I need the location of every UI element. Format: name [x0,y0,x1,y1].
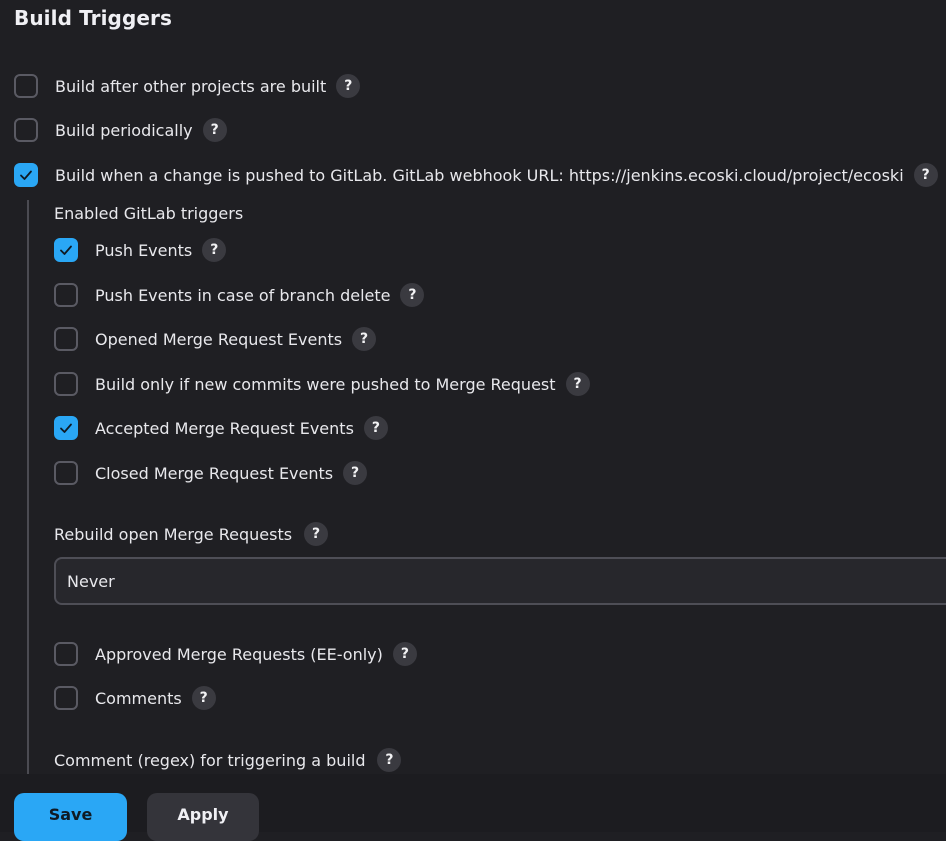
help-icon[interactable]: ? [913,163,938,187]
approved-mr-label: Approved Merge Requests (EE-only) [95,644,383,664]
checkmark-icon [60,423,72,433]
trigger-label: Build when a change is pushed to GitLab.… [55,165,904,185]
event-opened-mr: Opened Merge Request Events ? [54,324,377,354]
nested-section-divider [27,200,29,774]
event-new-commits-mr: Build only if new commits were pushed to… [54,369,590,399]
gitlab-push-checkbox[interactable] [14,163,38,187]
event-accepted-mr: Accepted Merge Request Events ? [54,413,388,443]
event-label: Build only if new commits were pushed to… [95,374,556,394]
trigger-label: Build after other projects are built [55,76,327,96]
checkmark-icon [60,245,72,255]
event-push: Push Events ? [54,235,227,265]
comments-checkbox[interactable] [54,686,78,710]
rebuild-open-mr-value: Never [67,571,115,591]
enabled-gitlab-triggers-label: Enabled GitLab triggers [54,203,244,223]
help-icon[interactable]: ? [202,118,227,142]
trigger-build-periodically: Build periodically ? [14,115,227,145]
help-icon[interactable]: ? [377,748,402,772]
trigger-build-after-other-projects: Build after other projects are built ? [14,71,361,101]
event-label: Opened Merge Request Events [95,329,343,349]
help-icon[interactable]: ? [202,238,227,262]
new-commits-mr-checkbox[interactable] [54,372,78,396]
help-icon[interactable]: ? [336,74,361,98]
event-label: Push Events [95,240,193,260]
section-title: Build Triggers [14,6,173,30]
help-icon[interactable]: ? [400,283,425,307]
accepted-mr-checkbox[interactable] [54,416,78,440]
apply-button[interactable]: Apply [147,793,259,841]
push-events-checkbox[interactable] [54,238,78,262]
comments-option: Comments ? [54,683,216,713]
event-label: Closed Merge Request Events [95,463,334,483]
help-icon[interactable]: ? [352,327,377,351]
build-after-other-projects-checkbox[interactable] [14,74,38,98]
checkmark-icon [20,170,32,180]
event-label: Accepted Merge Request Events [95,418,354,438]
closed-mr-checkbox[interactable] [54,461,78,485]
help-icon[interactable]: ? [343,461,368,485]
help-icon[interactable]: ? [363,416,388,440]
event-closed-mr: Closed Merge Request Events ? [54,458,368,488]
help-icon[interactable]: ? [565,372,590,396]
save-button[interactable]: Save [14,793,127,841]
comment-regex-field: Comment (regex) for triggering a build ? [54,745,402,775]
approved-mr-option: Approved Merge Requests (EE-only) ? [54,639,417,669]
rebuild-open-mr-select[interactable]: Never [54,557,946,605]
rebuild-open-mr-label: Rebuild open Merge Requests [54,524,293,544]
comment-regex-label: Comment (regex) for triggering a build [54,750,366,770]
approved-mr-checkbox[interactable] [54,642,78,666]
trigger-label: Build periodically [55,120,193,140]
help-icon[interactable]: ? [191,686,216,710]
help-icon[interactable]: ? [304,522,329,546]
build-periodically-checkbox[interactable] [14,118,38,142]
help-icon[interactable]: ? [392,642,417,666]
comments-label: Comments [95,688,182,708]
opened-mr-checkbox[interactable] [54,327,78,351]
trigger-gitlab-push: Build when a change is pushed to GitLab.… [14,160,938,190]
event-label: Push Events in case of branch delete [95,285,391,305]
rebuild-open-mr-field: Rebuild open Merge Requests ? [54,519,329,549]
bottom-action-bar [0,774,946,832]
event-push-branch-delete: Push Events in case of branch delete ? [54,280,425,310]
push-branch-delete-checkbox[interactable] [54,283,78,307]
